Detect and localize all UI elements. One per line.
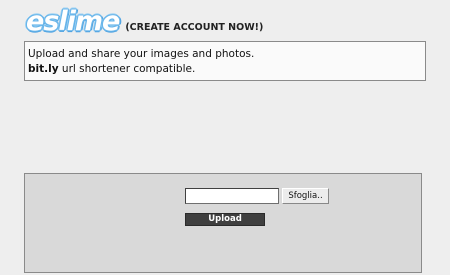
browse-button[interactable]: Sfoglia.. [282,188,329,204]
upload-panel: Sfoglia.. Upload [24,173,422,273]
info-line-2: bit.ly url shortener compatible. [28,62,422,77]
site-logo[interactable]: eslime [26,8,120,36]
upload-button[interactable]: Upload [185,213,265,226]
page: eslime (CREATE ACCOUNT NOW!) Upload and … [0,0,450,275]
info-line-1: Upload and share your images and photos. [28,48,255,60]
create-account-link[interactable]: (CREATE ACCOUNT NOW!) [125,22,263,33]
info-box: Upload and share your images and photos.… [24,41,426,81]
info-line-2-rest: url shortener compatible. [58,63,196,75]
header: eslime (CREATE ACCOUNT NOW!) [26,8,263,36]
bitly-label: bit.ly [28,63,59,75]
file-path-input[interactable] [185,188,279,204]
